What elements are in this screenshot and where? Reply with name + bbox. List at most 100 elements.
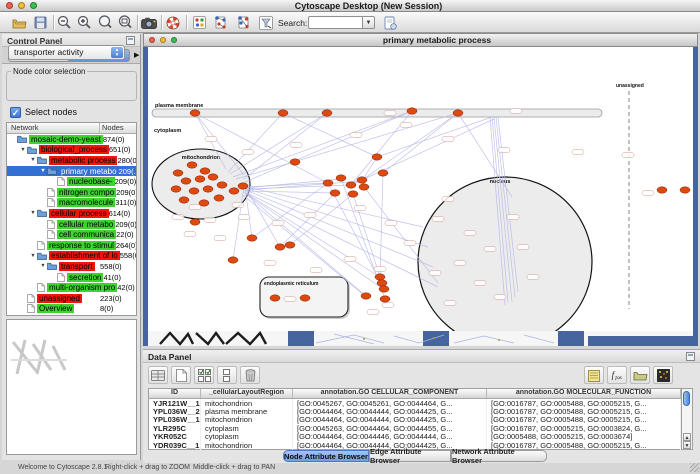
window-resize-grip-icon[interactable] [693,338,698,346]
delete-attribute-button[interactable] [240,366,260,384]
float-panel-icon[interactable] [686,352,695,361]
network-window-titlebar[interactable]: primary metabolic process [143,33,698,47]
zoom-in-button[interactable] [75,14,93,31]
network-node[interactable] [199,200,209,206]
tree-row[interactable]: ▼ nucleobase- 209(0) [7,176,136,187]
network-node[interactable] [323,180,333,186]
column-header-region[interactable]: _cellularLayoutRegion [201,389,293,398]
network-node[interactable] [214,195,224,201]
network-node[interactable] [203,186,213,192]
open-file-button[interactable] [10,14,28,31]
network-node[interactable] [229,188,239,194]
tree-row[interactable]: ▼ biological_process 651(0) [7,145,136,156]
minimize-window-button[interactable] [18,2,25,9]
unselect-attributes-button[interactable] [217,366,237,384]
expander-triangle-icon[interactable]: ▼ [39,168,47,174]
network-node[interactable] [375,274,385,280]
network-node[interactable] [378,170,388,176]
help-button[interactable] [164,14,182,31]
network-node[interactable] [195,176,205,182]
float-panel-icon[interactable] [126,36,135,45]
network-node[interactable] [348,191,358,197]
tree-row[interactable]: ▼ cell communica 22(0) [7,229,136,240]
network-node[interactable] [380,296,390,302]
import-attributes-button[interactable] [630,366,650,384]
network-node[interactable] [657,187,667,193]
search-settings-button[interactable] [381,14,399,31]
modify-network-button[interactable] [234,14,252,31]
network-node[interactable] [181,178,191,184]
tree-row[interactable]: ▼ cellular process 614(0) [7,208,136,219]
network-node[interactable] [228,257,238,263]
network-node[interactable] [171,186,181,192]
tree-row[interactable]: ▼ establishment of lo 558(0) [7,251,136,262]
network-node[interactable] [377,280,387,286]
network-node[interactable] [173,170,183,176]
attribute-matrix-button[interactable] [653,366,673,384]
filter-button[interactable] [257,14,275,31]
network-node[interactable] [247,235,257,241]
search-dropdown-button[interactable]: ▼ [362,16,375,29]
network-node[interactable] [330,190,340,196]
select-attributes-button[interactable] [194,366,214,384]
tree-row[interactable]: ▼ Overview 8(0) [7,304,136,315]
network-node[interactable] [278,110,288,116]
expander-triangle-icon[interactable]: ▼ [29,210,37,216]
zoom-selected-button[interactable] [96,14,114,31]
column-header-id[interactable]: ID [149,389,201,398]
network-node[interactable] [190,110,200,116]
new-attribute-button[interactable] [171,366,191,384]
column-header-cellular-component[interactable]: annotation.GO CELLULAR_COMPONENT [293,389,487,398]
network-close-button[interactable] [149,37,155,43]
network-node[interactable] [372,154,382,160]
scrollbar-thumb[interactable] [683,391,690,406]
tree-row[interactable]: ▼ nitrogen compo 209(0) [7,187,136,198]
close-window-button[interactable] [6,2,13,9]
tree-row[interactable]: ▼ secretion 41(0) [7,272,136,283]
network-node[interactable] [217,182,227,188]
select-nodes-checkbox[interactable]: ✓ [10,107,21,118]
tree-row[interactable]: ▼ mosaic-demo-yeast 874(0) [7,134,136,145]
network-node[interactable] [179,197,189,203]
zoom-out-button[interactable] [55,14,73,31]
network-node[interactable] [275,244,285,250]
network-node[interactable] [187,162,197,168]
node-color-combobox[interactable]: transporter activity ▲▼ [8,45,125,60]
network-node[interactable] [359,184,369,190]
expander-triangle-icon[interactable]: ▼ [29,253,37,259]
network-canvas[interactable]: plasma membrane cytoplasm mitochondrion … [148,47,693,331]
tree-row[interactable]: ▼ unassigned 223(0) [7,293,136,304]
network-node[interactable] [189,188,199,194]
network-node[interactable] [680,187,690,193]
network-node[interactable] [290,159,300,165]
table-scrollbar[interactable]: ▲ ▼ [682,388,693,450]
tree-row[interactable]: ▼ cellular metabo 209(0) [7,219,136,230]
search-input[interactable] [308,16,362,29]
network-node[interactable] [407,108,417,114]
snapshot-button[interactable] [140,14,158,31]
network-node[interactable] [285,242,295,248]
scroll-up-button[interactable]: ▲ [683,433,691,441]
tree-row[interactable]: ▼ multi-organism pro 42(0) [7,282,136,293]
attribute-table-button[interactable] [148,366,168,384]
network-minimize-button[interactable] [160,37,166,43]
notepad-button[interactable] [584,366,604,384]
expander-triangle-icon[interactable]: ▼ [39,263,47,269]
network-node[interactable] [361,293,371,299]
column-header-molecular-function[interactable]: annotation.GO MOLECULAR_FUNCTION [487,389,681,398]
save-session-button[interactable] [31,14,49,31]
network-node[interactable] [379,286,389,292]
network-zoom-button[interactable] [171,37,177,43]
network-node[interactable] [336,175,346,181]
zoom-window-button[interactable] [30,2,37,9]
network-node[interactable] [453,110,463,116]
import-network-button[interactable] [211,14,229,31]
expander-triangle-icon[interactable]: ▼ [19,147,27,153]
tree-row[interactable]: ▼ macromolecule 311(0) [7,198,136,209]
network-node[interactable] [200,168,210,174]
tree-row[interactable]: ▼ response to stimul 264(0) [7,240,136,251]
network-node[interactable] [190,219,200,225]
network-node[interactable] [270,295,280,301]
birdseye-view-panel[interactable] [6,319,137,455]
function-builder-button[interactable]: f₁ₒₓ [607,366,627,384]
